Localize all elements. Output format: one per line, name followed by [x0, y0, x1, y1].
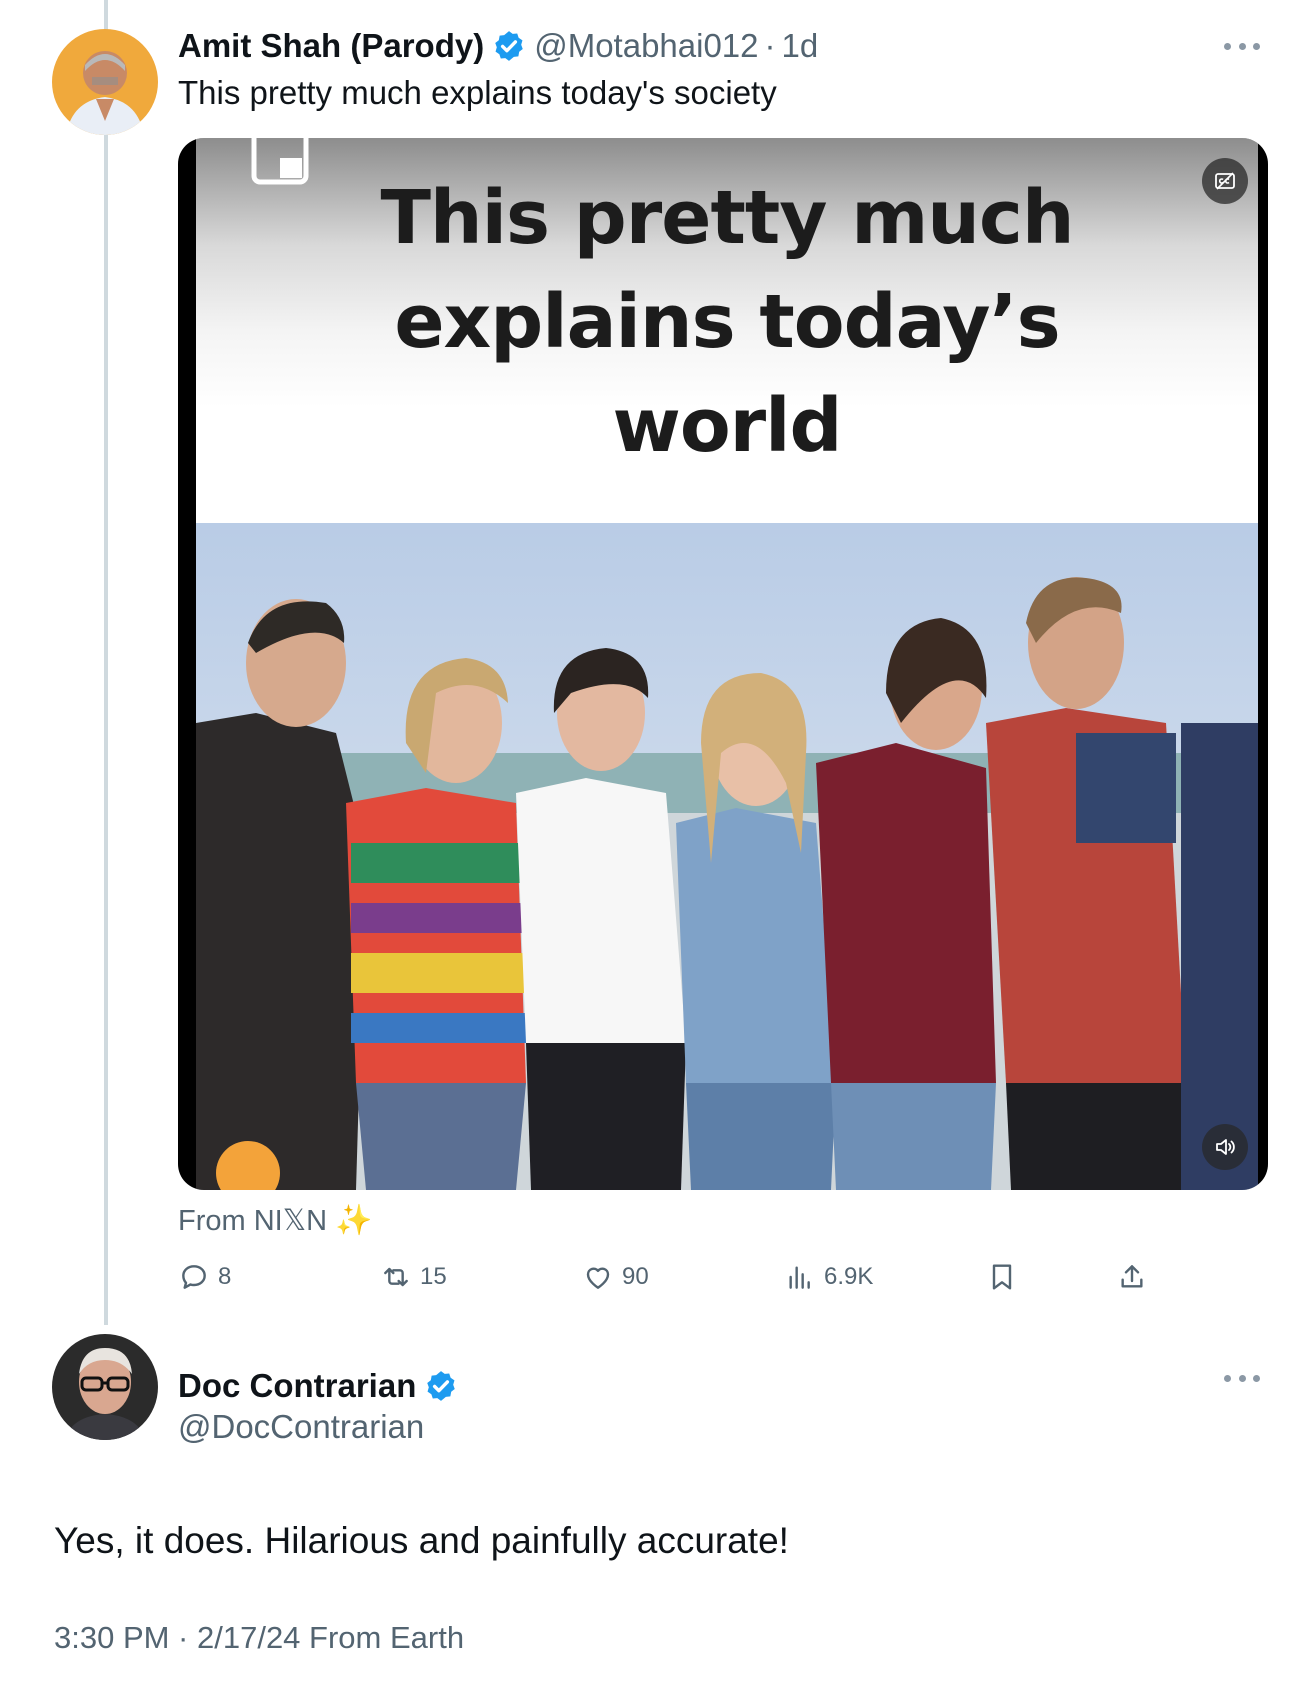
more-options-icon[interactable]	[1224, 40, 1260, 52]
share-icon	[1121, 1265, 1143, 1288]
volume-icon	[1216, 1139, 1235, 1155]
heart-icon	[586, 1267, 610, 1289]
source-attribution[interactable]: From NI𝕏N ✨	[178, 1203, 372, 1238]
author-avatar[interactable]	[52, 29, 158, 135]
reply-author-handle[interactable]: @DocContrarian	[178, 1408, 424, 1446]
source-label: From NI𝕏N	[178, 1205, 328, 1237]
like-count: 90	[622, 1263, 649, 1290]
analytics-icon	[789, 1266, 810, 1289]
share-button[interactable]	[1116, 1255, 1156, 1299]
captions-icon	[1215, 172, 1235, 190]
reply-header: Doc Contrarian	[178, 1364, 466, 1408]
verified-badge-icon	[427, 1371, 456, 1401]
tweet-text: This pretty much explains today's societ…	[178, 74, 777, 111]
reply-count: 8	[218, 1263, 232, 1290]
repost-button[interactable]: 15	[380, 1255, 447, 1299]
captions-button[interactable]	[1202, 158, 1248, 204]
views-button[interactable]: 6.9K	[784, 1255, 873, 1299]
video-caption-line: explains today’s	[394, 279, 1060, 365]
reply-author-name[interactable]: Doc Contrarian	[178, 1367, 416, 1405]
avatar-photo	[52, 1334, 158, 1440]
author-name[interactable]: Amit Shah (Parody)	[178, 27, 484, 65]
tweet-actions: 8 15 90 6.9K	[178, 1255, 1158, 1299]
group-photo-illustration	[196, 523, 1258, 1190]
video-caption-line: world	[612, 383, 842, 469]
reply-timestamp-meta[interactable]: 3:30 PM · 2/17/24 From Earth	[54, 1620, 464, 1656]
bookmark-button[interactable]	[986, 1255, 1026, 1299]
author-handle[interactable]: @Motabhai012	[534, 27, 758, 65]
avatar-photo	[52, 29, 158, 135]
video-caption-area: This pretty much explains today’s world	[196, 138, 1258, 523]
video-photo	[196, 523, 1258, 1190]
sparkles-icon: ✨	[335, 1204, 373, 1237]
volume-button[interactable]	[1202, 1124, 1248, 1170]
video-caption: This pretty much explains today’s world	[196, 166, 1258, 478]
tweet-header: Amit Shah (Parody) @Motabhai012 · 1d	[178, 20, 818, 72]
separator-dot: ·	[764, 27, 776, 64]
verified-badge-icon	[495, 31, 523, 61]
reply-text: Yes, it does. Hilarious and painfully ac…	[54, 1520, 789, 1561]
thread-connector-line	[104, 0, 108, 1325]
tweet-video[interactable]: This pretty much explains today’s world	[178, 138, 1268, 1190]
tweet-timestamp[interactable]: 1d	[782, 27, 819, 65]
bookmark-icon	[992, 1264, 1012, 1290]
more-options-icon[interactable]	[1224, 1372, 1260, 1384]
like-button[interactable]: 90	[582, 1255, 649, 1299]
reply-button[interactable]: 8	[178, 1255, 231, 1299]
video-frame: This pretty much explains today’s world	[196, 138, 1258, 1190]
reply-author-avatar[interactable]	[52, 1334, 158, 1440]
picture-in-picture-icon	[251, 138, 309, 185]
repost-count: 15	[420, 1263, 447, 1290]
view-count: 6.9K	[824, 1263, 874, 1290]
video-caption-line: This pretty much	[380, 175, 1074, 261]
reply-icon	[182, 1265, 206, 1289]
repost-icon	[384, 1267, 408, 1287]
